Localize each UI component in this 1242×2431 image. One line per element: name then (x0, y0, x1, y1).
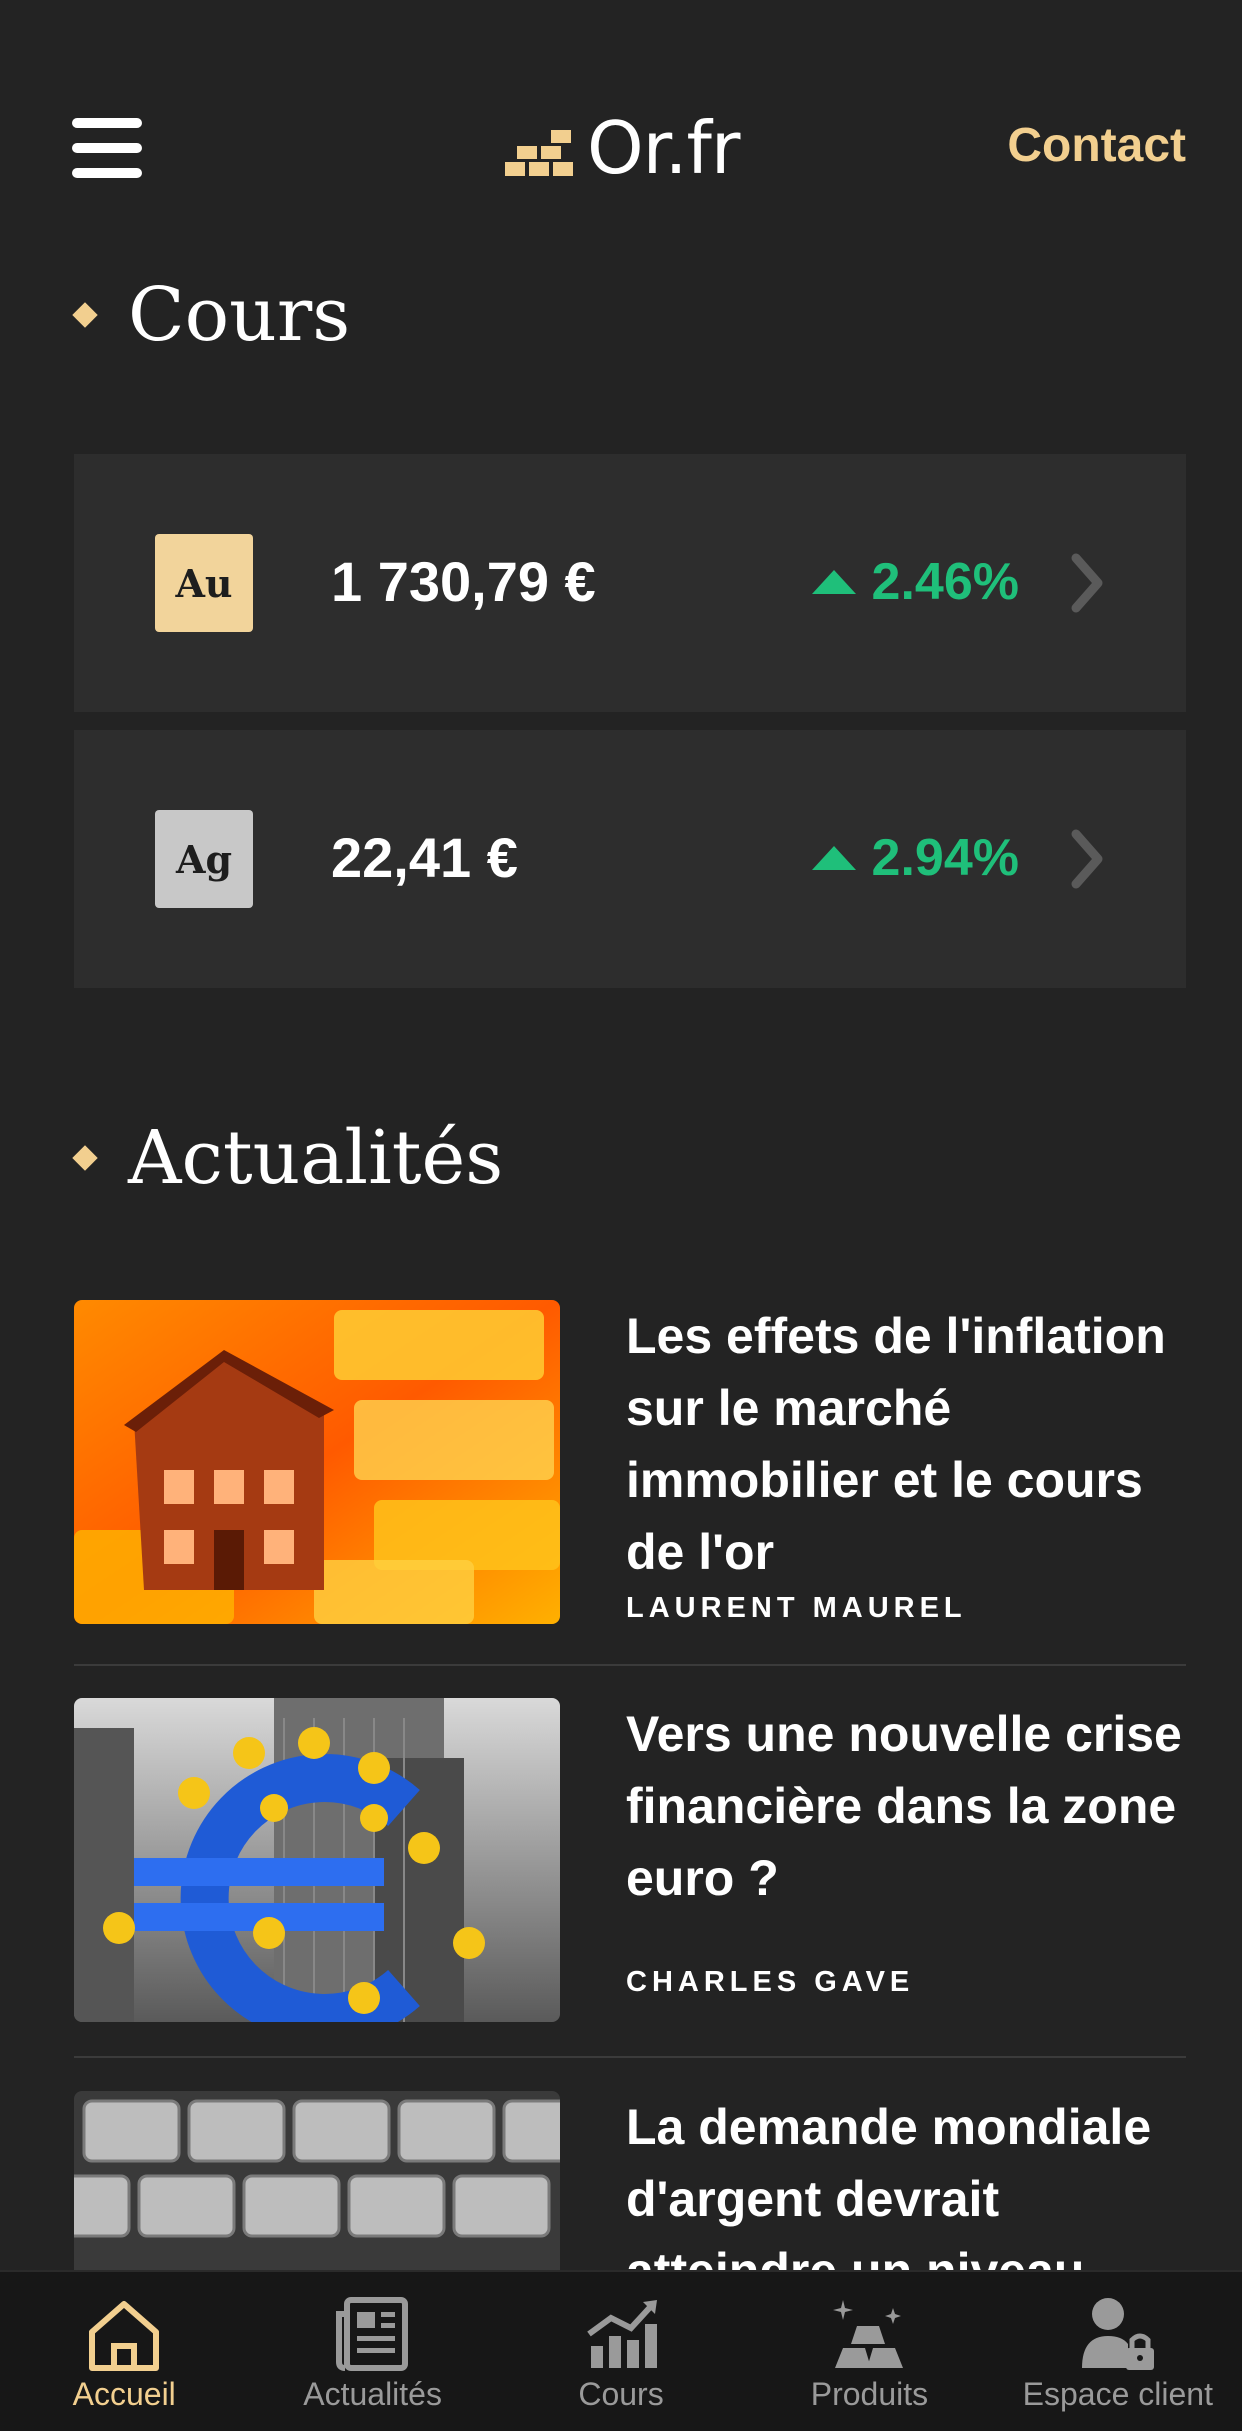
news-item[interactable]: La demande mondiale d'argent devrait att… (74, 2091, 1186, 2271)
tab-label: Produits (810, 2376, 929, 2412)
gold-bars-logo-icon (505, 130, 573, 176)
arrow-up-icon (811, 570, 856, 594)
price-silver: 22,41 € (331, 826, 518, 889)
chart-icon (587, 2300, 658, 2368)
news-item[interactable]: Les effets de l'inflation sur le marché … (74, 1300, 1186, 1630)
tab-label: Espace client (1022, 2376, 1213, 2412)
article-title: Les effets de l'inflation sur le marché … (626, 1308, 1166, 1580)
news-item[interactable]: Vers une nouvelle crise financière dans … (74, 1698, 1186, 2028)
rate-card-silver[interactable]: Ag 22,41 € 2.94% (74, 730, 1186, 988)
arrow-up-icon (811, 846, 856, 870)
article-author: CHARLES GAVE (626, 1966, 915, 1998)
top-bar: Or.fr Contact (0, 0, 1242, 300)
change-value: 2.46% (871, 553, 1019, 611)
divider (74, 2056, 1186, 2058)
tab-cours[interactable]: Cours (497, 2272, 745, 2431)
chevron-right-icon (1071, 829, 1103, 889)
diamond-bullet-icon (72, 1145, 98, 1171)
logo-text: Or.fr (587, 106, 740, 190)
user-lock-icon (1081, 2298, 1154, 2370)
logo[interactable]: Or.fr (505, 106, 740, 190)
article-thumbnail-euro-sign (74, 1698, 560, 2022)
chevron-right-icon (1071, 553, 1103, 613)
contact-link[interactable]: Contact (1007, 118, 1186, 173)
change-gold: 2.46% (811, 552, 1019, 612)
diamond-bullet-icon (72, 302, 98, 328)
article-title: La demande mondiale d'argent devrait att… (626, 2099, 1152, 2271)
section-title-cours: Cours (72, 272, 351, 358)
price-gold: 1 730,79 € (331, 550, 596, 613)
change-value: 2.94% (871, 829, 1019, 887)
article-author: LAURENT MAUREL (626, 1592, 967, 1624)
tab-produits[interactable]: Produits (745, 2272, 993, 2431)
metal-badge-ag: Ag (155, 810, 253, 908)
tab-label: Accueil (72, 2376, 176, 2412)
section-heading: Cours (128, 272, 351, 358)
menu-icon[interactable] (72, 118, 144, 178)
rate-card-gold[interactable]: Au 1 730,79 € 2.46% (74, 454, 1186, 712)
newspaper-icon (335, 2297, 408, 2371)
bottom-tab-bar: Accueil Actualités Cours Produits Espace… (0, 2270, 1242, 2431)
divider (74, 1664, 1186, 1666)
tab-label: Cours (578, 2376, 664, 2412)
tab-espace-client[interactable]: Espace client (994, 2272, 1242, 2431)
metal-badge-au: Au (155, 534, 253, 632)
article-thumbnail-silver-bars (74, 2091, 560, 2271)
change-silver: 2.94% (811, 828, 1019, 888)
home-icon (89, 2301, 160, 2371)
tab-label: Actualités (303, 2376, 442, 2412)
section-heading: Actualités (128, 1115, 504, 1201)
section-title-actualites: Actualités (72, 1115, 504, 1201)
article-thumbnail-house-gold (74, 1300, 560, 1624)
article-title: Vers une nouvelle crise financière dans … (626, 1706, 1182, 1906)
tab-accueil[interactable]: Accueil (0, 2272, 248, 2431)
gold-bars-icon (833, 2300, 904, 2368)
tab-actualites[interactable]: Actualités (248, 2272, 496, 2431)
